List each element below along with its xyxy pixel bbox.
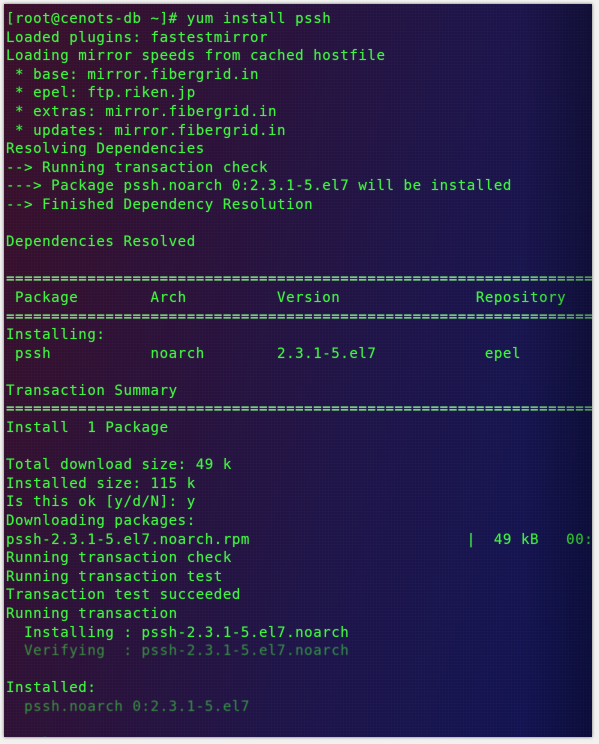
terminal-separator-rule: ========================================… xyxy=(6,401,592,418)
terminal-blank-line: pssh.noarch 0:2.3.1-5.el7 xyxy=(6,698,250,715)
terminal-line: [root@cenots-db ~]# yum install pssh xyxy=(6,11,332,27)
terminal-line: Installing: xyxy=(6,327,106,344)
terminal-line: Complete! xyxy=(4,735,592,737)
terminal-line: Running transaction check xyxy=(6,550,232,567)
terminal-line: Is this ok [y/d/N]: y xyxy=(6,494,196,511)
terminal-line: Resolving Dependencies xyxy=(6,141,205,158)
terminal-line: pssh-2.3.1-5.el7.noarch.rpm | 49 kB 00:0… xyxy=(6,531,592,548)
terminal-line: --> Finished Dependency Resolution xyxy=(6,196,314,213)
screenshot-frame: [root@cenots-db ~]# yum install pssh Load… xyxy=(0,0,599,744)
terminal-window[interactable]: [root@cenots-db ~]# yum install pssh Load… xyxy=(4,4,592,737)
terminal-line: ---> Package pssh.noarch 0:2.3.1-5.el7 w… xyxy=(6,178,512,195)
terminal-blank-line: Verifying : pssh-2.3.1-5.el7.noarch 1/1 xyxy=(24,643,350,660)
terminal-line: Running transaction xyxy=(6,606,178,622)
terminal-line: Install 1 Package xyxy=(6,420,169,437)
terminal-line: Transaction test succeeded xyxy=(6,587,241,604)
terminal-line: Package Arch Version Repository Size xyxy=(15,289,567,306)
terminal-line: * updates: mirror.fibergrid.in xyxy=(6,122,287,139)
terminal-separator-rule: ========================================… xyxy=(6,308,592,325)
terminal-line: Total download size: 49 k xyxy=(6,457,232,474)
terminal-separator-rule: ========================================… xyxy=(6,271,592,288)
terminal-line: Transaction Summary xyxy=(6,382,178,399)
terminal-output[interactable]: [root@cenots-db ~]# yum install pssh Load… xyxy=(4,10,592,737)
terminal-line: Dependencies Resolved xyxy=(6,234,196,251)
terminal-line: --> Running transaction check xyxy=(6,159,269,176)
terminal-line: pssh noarch 2.3.1-5.el7 epel 49 k xyxy=(15,345,522,362)
terminal-line: Running transaction test xyxy=(6,568,223,585)
terminal-line: * base: mirror.fibergrid.in xyxy=(6,66,259,83)
terminal-line: Loaded plugins: fastestmirror xyxy=(6,29,269,46)
terminal-line: Installing : pssh-2.3.1-5.el7.noarch 1/1 xyxy=(24,624,350,641)
terminal-line: * extras: mirror.fibergrid.in xyxy=(6,103,278,120)
terminal-line: Downloading packages: xyxy=(6,513,196,530)
terminal-line: Installed: xyxy=(6,680,97,697)
terminal-line: * epel: ftp.riken.jp xyxy=(6,85,196,102)
terminal-line: Loading mirror speeds from cached hostfi… xyxy=(6,48,386,65)
terminal-line: Installed size: 115 k xyxy=(6,475,196,492)
